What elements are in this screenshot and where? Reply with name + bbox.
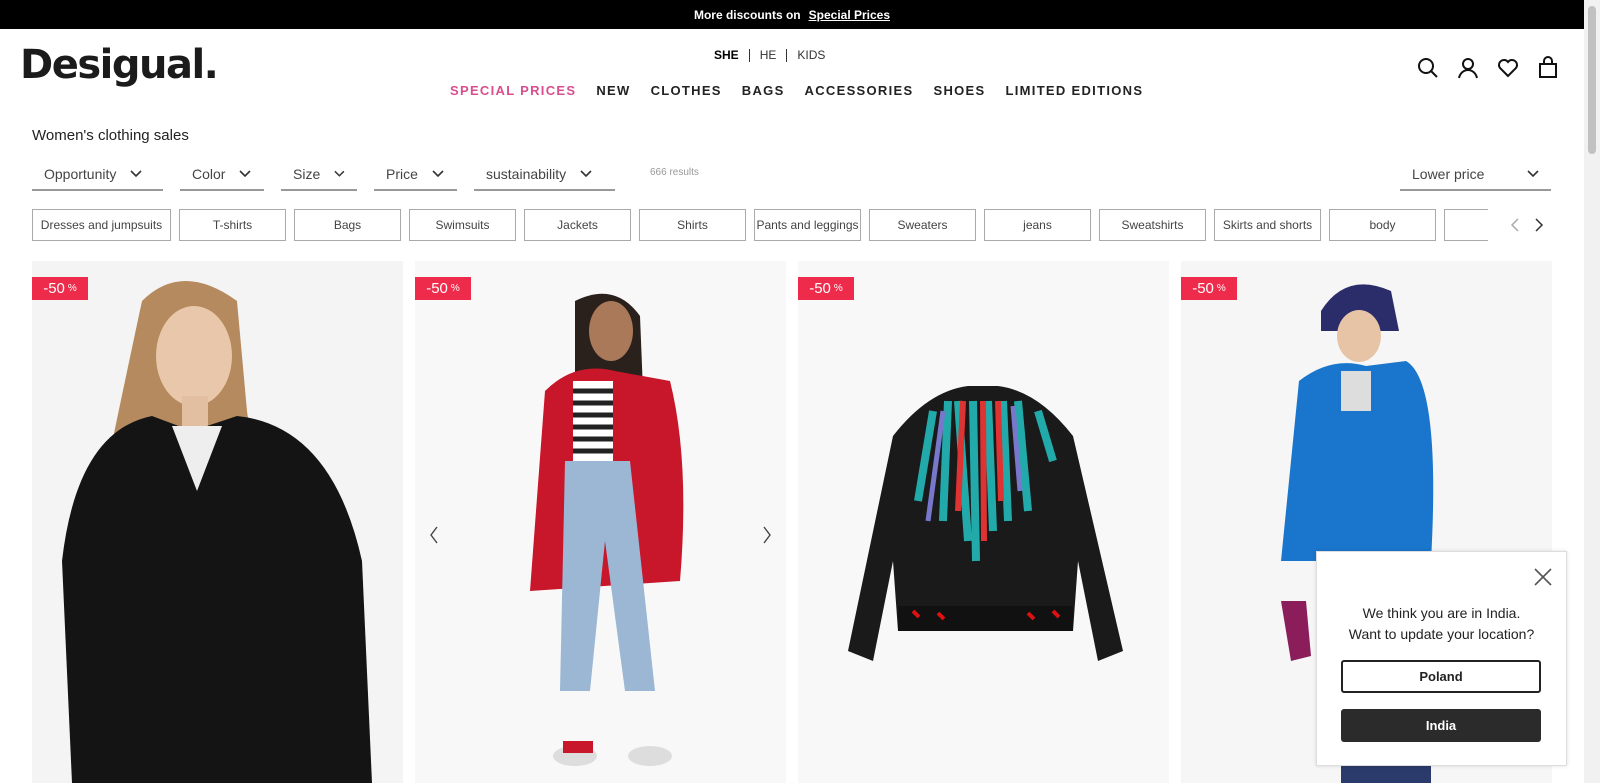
- location-line-1: We think you are in India.: [1362, 605, 1521, 621]
- discount-badge: -50%: [32, 277, 88, 300]
- chevron-down-icon: [239, 169, 252, 177]
- nav-bags[interactable]: BAGS: [742, 83, 785, 98]
- product-card[interactable]: -50%: [32, 261, 403, 783]
- sort-label: Lower price: [1412, 165, 1485, 182]
- chevron-down-icon: [130, 169, 142, 177]
- discount-badge: -50%: [415, 277, 471, 300]
- filter-label: Color: [192, 165, 226, 182]
- page-title: Women's clothing sales: [32, 127, 189, 144]
- account-icon[interactable]: [1456, 56, 1480, 80]
- filter-color[interactable]: Color: [180, 158, 264, 191]
- chevron-down-icon: [432, 169, 444, 177]
- category-chip[interactable]: body: [1329, 209, 1436, 241]
- filter-label: Opportunity: [44, 165, 117, 182]
- category-chip[interactable]: Skirts and shorts: [1214, 209, 1321, 241]
- category-chip[interactable]: Shirts: [639, 209, 746, 241]
- main-nav: SPECIAL PRICES NEW CLOTHES BAGS ACCESSOR…: [450, 83, 1143, 98]
- discount-value: -50: [43, 280, 65, 297]
- nav-clothes[interactable]: CLOTHES: [651, 83, 722, 98]
- category-chip[interactable]: Swimsuits: [409, 209, 516, 241]
- discount-unit: %: [450, 283, 460, 294]
- category-chip[interactable]: [1444, 209, 1488, 241]
- category-chip[interactable]: T-shirts: [179, 209, 286, 241]
- promo-bar: More discounts on Special Prices: [0, 0, 1584, 29]
- location-option-india-button[interactable]: India: [1341, 709, 1541, 742]
- product-image[interactable]: [415, 261, 786, 783]
- location-popup: We think you are in India. Want to updat…: [1316, 551, 1567, 766]
- bag-icon[interactable]: [1536, 56, 1560, 80]
- filter-bar: Opportunity Color Size Price sustainabil…: [32, 158, 615, 191]
- category-chip[interactable]: Sweatshirts: [1099, 209, 1206, 241]
- results-count: 666 results: [650, 167, 699, 178]
- discount-unit: %: [1216, 283, 1226, 294]
- discount-unit: %: [67, 283, 77, 294]
- chevron-right-icon[interactable]: [762, 526, 772, 544]
- sort-select[interactable]: Lower price: [1400, 158, 1551, 191]
- filter-label: Size: [293, 165, 321, 182]
- chevron-down-icon: [580, 169, 592, 177]
- category-chip[interactable]: Jackets: [524, 209, 631, 241]
- search-icon[interactable]: [1416, 56, 1440, 80]
- category-arrows: [1510, 218, 1544, 232]
- discount-badge: -50%: [798, 277, 854, 300]
- scrollbar-thumb[interactable]: [1588, 6, 1596, 154]
- category-chip[interactable]: Pants and leggings: [754, 209, 861, 241]
- discount-value: -50: [1192, 280, 1214, 297]
- chevron-left-icon[interactable]: [1510, 218, 1520, 232]
- category-chip[interactable]: jeans: [984, 209, 1091, 241]
- close-icon[interactable]: [1534, 568, 1552, 586]
- gender-she[interactable]: SHE: [714, 48, 749, 62]
- location-line-2: Want to update your location?: [1348, 626, 1535, 642]
- nav-special-prices[interactable]: SPECIAL PRICES: [450, 83, 576, 98]
- promo-text: More discounts on: [693, 7, 801, 22]
- category-chip[interactable]: Bags: [294, 209, 401, 241]
- category-carousel: Dresses and jumpsuits T-shirts Bags Swim…: [32, 209, 1488, 242]
- discount-value: -50: [809, 280, 831, 297]
- filter-size[interactable]: Size: [281, 158, 357, 191]
- discount-badge: -50%: [1181, 277, 1237, 300]
- gender-kids[interactable]: KIDS: [787, 48, 835, 62]
- discount-unit: %: [833, 283, 843, 294]
- category-chip[interactable]: Dresses and jumpsuits: [32, 209, 171, 241]
- wishlist-icon[interactable]: [1496, 56, 1520, 80]
- product-image[interactable]: [32, 261, 403, 783]
- product-card[interactable]: -50%: [798, 261, 1169, 783]
- filter-sustainability[interactable]: sustainability: [474, 158, 615, 191]
- filter-label: sustainability: [486, 165, 567, 182]
- category-chip[interactable]: Sweaters: [869, 209, 976, 241]
- gender-nav: SHE HE KIDS: [714, 48, 835, 62]
- filter-price[interactable]: Price: [374, 158, 457, 191]
- chevron-left-icon[interactable]: [429, 526, 439, 544]
- header-icons: [1416, 56, 1560, 80]
- product-image[interactable]: [798, 261, 1169, 783]
- special-prices-link[interactable]: Special Prices: [809, 8, 890, 22]
- page-scrollbar[interactable]: [1584, 0, 1600, 783]
- nav-accessories[interactable]: ACCESSORIES: [805, 83, 914, 98]
- location-message: We think you are in India. Want to updat…: [1317, 603, 1566, 645]
- location-option-poland-button[interactable]: Poland: [1341, 660, 1541, 693]
- nav-new[interactable]: NEW: [596, 83, 630, 98]
- gender-he[interactable]: HE: [750, 48, 787, 62]
- chevron-down-icon: [1527, 169, 1539, 177]
- product-card[interactable]: -50%: [415, 261, 786, 783]
- filter-label: Price: [386, 165, 418, 182]
- chevron-down-icon: [334, 170, 345, 177]
- filter-opportunity[interactable]: Opportunity: [32, 158, 163, 191]
- nav-limited-editions[interactable]: LIMITED EDITIONS: [1006, 83, 1144, 98]
- nav-shoes[interactable]: SHOES: [933, 83, 985, 98]
- chevron-right-icon[interactable]: [1534, 218, 1544, 232]
- discount-value: -50: [426, 280, 448, 297]
- brand-logo[interactable]: Desigual.: [20, 42, 219, 88]
